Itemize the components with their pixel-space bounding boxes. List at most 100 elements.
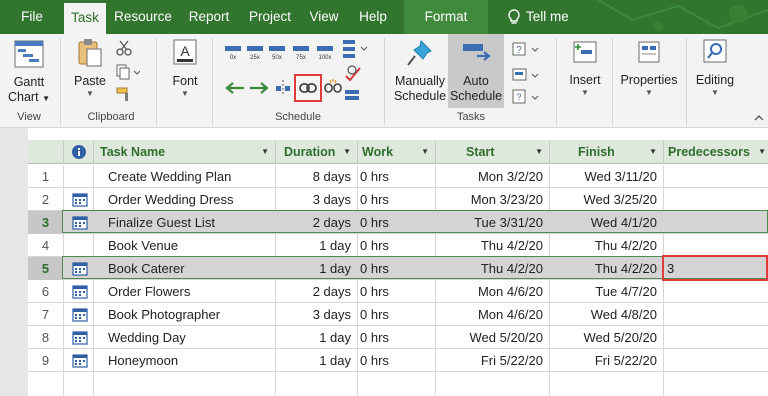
link-tasks-button[interactable] xyxy=(294,74,322,102)
table-row[interactable]: 7 Book Photographer 3 days 0 hrs Mon 4/6/20 W… xyxy=(28,303,768,326)
predecessors-cell[interactable] xyxy=(664,349,768,372)
work-cell[interactable]: 0 hrs xyxy=(358,349,436,372)
mark-on-track-icon[interactable] xyxy=(342,38,368,60)
chevron-down-icon[interactable]: ▼ xyxy=(758,140,766,164)
empty-row[interactable] xyxy=(28,372,768,396)
copy-icon[interactable] xyxy=(116,64,140,80)
format-painter-icon[interactable] xyxy=(116,86,132,102)
start-cell[interactable]: Thu 4/2/20 xyxy=(436,234,550,257)
task-notes-icon[interactable]: ? xyxy=(512,88,540,106)
tab-file[interactable]: File xyxy=(14,0,50,34)
table-row[interactable]: 4 Book Venue 1 day 0 hrs Thu 4/2/20 Thu 4/2/2… xyxy=(28,234,768,257)
start-cell[interactable] xyxy=(436,372,550,395)
work-cell[interactable]: 0 hrs xyxy=(358,165,436,188)
start-cell[interactable]: Wed 5/20/20 xyxy=(436,326,550,349)
finish-cell[interactable] xyxy=(550,372,664,395)
collapse-ribbon-icon[interactable] xyxy=(754,114,764,122)
predecessors-cell[interactable] xyxy=(664,326,768,349)
inactivate-icon[interactable] xyxy=(344,88,362,102)
table-row[interactable]: 3 Finalize Guest List 2 days 0 hrs Tue 3/31/… xyxy=(28,211,768,234)
row-number[interactable]: 4 xyxy=(28,234,64,257)
split-task-icon[interactable] xyxy=(274,78,292,98)
table-row[interactable]: 2 Order Wedding Dress 3 days 0 hrs Mon 3/23/… xyxy=(28,188,768,211)
task-name-cell[interactable]: Create Wedding Plan xyxy=(94,165,276,188)
tab-project[interactable]: Project xyxy=(244,0,296,34)
mode-icon[interactable] xyxy=(512,66,540,84)
work-cell[interactable] xyxy=(358,372,436,395)
start-cell[interactable]: Fri 5/22/20 xyxy=(436,349,550,372)
editing-button[interactable]: Editing ▼ xyxy=(690,38,740,98)
table-row[interactable]: 5 Book Caterer 1 day 0 hrs Thu 4/2/20 Thu 4/2… xyxy=(28,257,768,280)
row-number[interactable]: 2 xyxy=(28,188,64,211)
table-row[interactable]: 8 Wedding Day 1 day 0 hrs Wed 5/20/20 Wed 5/2… xyxy=(28,326,768,349)
tab-report[interactable]: Report xyxy=(184,0,234,34)
task-name-cell[interactable]: Wedding Day xyxy=(94,326,276,349)
column-header-finish[interactable]: Finish ▼ xyxy=(550,140,664,164)
tab-view[interactable]: View xyxy=(304,0,344,34)
predecessors-cell[interactable] xyxy=(664,303,768,326)
chevron-down-icon[interactable]: ▼ xyxy=(421,140,429,164)
predecessors-cell[interactable] xyxy=(664,234,768,257)
task-name-cell[interactable]: Book Caterer xyxy=(94,257,276,280)
tab-resource[interactable]: Resource xyxy=(112,0,174,34)
manually-schedule-button[interactable]: Manually Schedule xyxy=(392,38,448,104)
task-name-cell[interactable]: Order Wedding Dress xyxy=(94,188,276,211)
column-header-task-name[interactable]: Task Name ▼ xyxy=(94,140,276,164)
duration-cell[interactable]: 2 days xyxy=(276,280,358,303)
column-header-predecessors[interactable]: Predecessors ▼ xyxy=(664,140,768,164)
tab-task[interactable]: Task xyxy=(64,3,106,34)
start-cell[interactable]: Mon 3/23/20 xyxy=(436,188,550,211)
row-number[interactable]: 7 xyxy=(28,303,64,326)
table-row[interactable]: 6 Order Flowers 2 days 0 hrs Mon 4/6/20 Tue 4… xyxy=(28,280,768,303)
percent-50-icon[interactable]: 50x xyxy=(268,44,286,60)
percent-0-icon[interactable]: 0x xyxy=(224,44,242,60)
duration-cell[interactable]: 1 day xyxy=(276,326,358,349)
paste-button[interactable]: Paste ▼ xyxy=(70,38,110,99)
finish-cell[interactable]: Fri 5/22/20 xyxy=(550,349,664,372)
tab-help[interactable]: Help xyxy=(354,0,392,34)
finish-cell[interactable]: Thu 4/2/20 xyxy=(550,257,664,280)
task-name-cell[interactable]: Honeymoon xyxy=(94,349,276,372)
duration-cell[interactable]: 1 day xyxy=(276,257,358,280)
work-cell[interactable]: 0 hrs xyxy=(358,257,436,280)
insert-button[interactable]: Insert ▼ xyxy=(562,38,608,98)
duration-cell[interactable]: 3 days xyxy=(276,188,358,211)
inspect-icon[interactable]: ? xyxy=(512,40,540,58)
outdent-icon[interactable] xyxy=(224,80,246,96)
duration-cell[interactable]: 3 days xyxy=(276,303,358,326)
start-cell[interactable]: Mon 4/6/20 xyxy=(436,280,550,303)
table-row[interactable]: 9 Honeymoon 1 day 0 hrs Fri 5/22/20 Fri 5/22/… xyxy=(28,349,768,372)
chevron-down-icon[interactable]: ▼ xyxy=(649,140,657,164)
column-header-duration[interactable]: Duration ▼ xyxy=(276,140,358,164)
task-name-cell[interactable]: Finalize Guest List xyxy=(94,211,276,234)
work-cell[interactable]: 0 hrs xyxy=(358,326,436,349)
auto-schedule-button[interactable]: Auto Schedule xyxy=(448,34,504,108)
task-name-cell[interactable]: Book Photographer xyxy=(94,303,276,326)
task-name-cell[interactable]: Book Venue xyxy=(94,234,276,257)
finish-cell[interactable]: Wed 4/8/20 xyxy=(550,303,664,326)
task-name-cell[interactable]: Order Flowers xyxy=(94,280,276,303)
duration-cell[interactable]: 2 days xyxy=(276,211,358,234)
indicators-header[interactable] xyxy=(64,140,94,164)
predecessors-cell[interactable] xyxy=(664,165,768,188)
duration-cell[interactable]: 1 day xyxy=(276,234,358,257)
chevron-down-icon[interactable]: ▼ xyxy=(261,140,269,164)
unlink-icon[interactable] xyxy=(324,78,342,98)
percent-75-icon[interactable]: 75x xyxy=(292,44,310,60)
font-button[interactable]: A Font ▼ xyxy=(166,38,204,99)
finish-cell[interactable]: Wed 3/11/20 xyxy=(550,165,664,188)
predecessors-cell[interactable] xyxy=(664,211,768,234)
finish-cell[interactable]: Tue 4/7/20 xyxy=(550,280,664,303)
predecessors-cell[interactable] xyxy=(664,188,768,211)
table-row[interactable]: 1 Create Wedding Plan 8 days 0 hrs Mon 3/2/2… xyxy=(28,165,768,188)
work-cell[interactable]: 0 hrs xyxy=(358,280,436,303)
tell-me-search[interactable]: Tell me xyxy=(508,0,569,34)
gantt-chart-button[interactable]: Gantt Chart ▼ xyxy=(6,40,52,106)
predecessors-cell[interactable] xyxy=(664,280,768,303)
chevron-down-icon[interactable]: ▼ xyxy=(343,140,351,164)
duration-cell[interactable] xyxy=(276,372,358,395)
work-cell[interactable]: 0 hrs xyxy=(358,234,436,257)
start-cell[interactable]: Thu 4/2/20 xyxy=(436,257,550,280)
finish-cell[interactable]: Wed 4/1/20 xyxy=(550,211,664,234)
finish-cell[interactable]: Thu 4/2/20 xyxy=(550,234,664,257)
